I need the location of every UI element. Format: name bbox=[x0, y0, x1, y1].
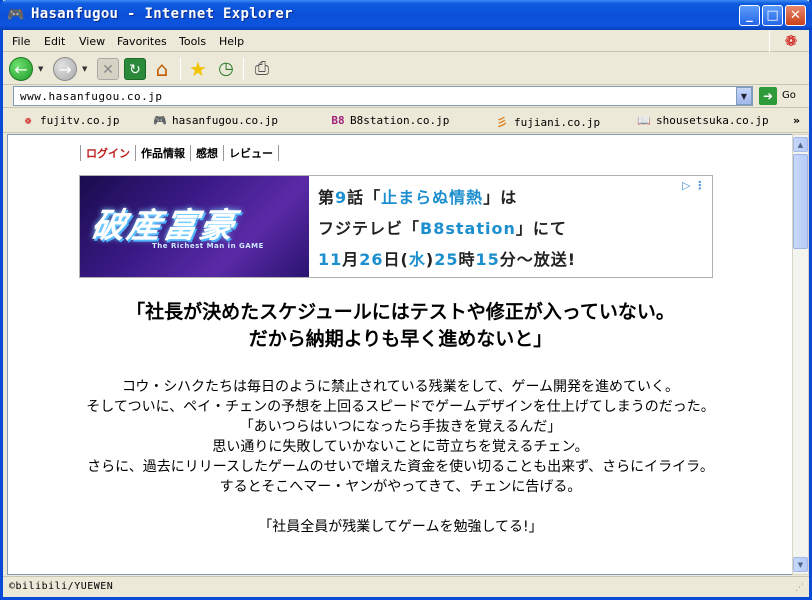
synopsis-line: そしてついに、ペイ・チェンの予想を上回るスピードでゲームデザインを仕上げてしまう… bbox=[86, 399, 715, 415]
forward-dropdown-icon[interactable]: ▼ bbox=[82, 65, 87, 73]
refresh-icon: ↻ bbox=[129, 62, 141, 78]
menu-favorites[interactable]: Favorites bbox=[117, 35, 167, 48]
address-input[interactable]: www.hasanfugou.co.jp bbox=[13, 86, 753, 106]
title-logo-image: 破産富豪 The Richest Man in GAME bbox=[80, 176, 309, 277]
gamepad-icon: 🎮 bbox=[7, 7, 25, 23]
window-title: Hasanfugou - Internet Explorer bbox=[31, 6, 293, 22]
book-icon: 📖 bbox=[637, 114, 651, 127]
link-fujiani[interactable]: 彡 fujiani.co.jp bbox=[493, 114, 601, 130]
menu-file[interactable]: File bbox=[12, 35, 30, 48]
menu-help[interactable]: Help bbox=[219, 35, 244, 48]
ad-choices-icon[interactable]: ▷ ⋮ bbox=[682, 179, 705, 192]
headline-line-2: だから納期よりも早く進めないと」 bbox=[248, 328, 553, 350]
scroll-up-button[interactable]: ▲ bbox=[793, 137, 808, 152]
go-button[interactable]: ➜ bbox=[759, 87, 777, 105]
headline: 「社長が決めたスケジュールにはテストや修正が入っていない。 だから納期よりも早く… bbox=[8, 299, 792, 353]
throbber: ❁ bbox=[769, 30, 809, 52]
banner-line-channel: フジテレビ「B8station」にて bbox=[318, 219, 567, 238]
nav-work-info[interactable]: 作品情報 bbox=[135, 145, 190, 161]
b8-logo-icon: B8 bbox=[331, 114, 345, 127]
status-text: ©bilibili/YUEWEN bbox=[9, 581, 114, 592]
history-icon: ◷ bbox=[218, 58, 234, 79]
minimize-button[interactable]: _ bbox=[739, 5, 760, 26]
fujiani-logo-icon: 彡 bbox=[496, 116, 508, 129]
link-b8station[interactable]: B8 B8station.co.jp bbox=[329, 114, 449, 127]
banner-text: 第9話「止まらぬ情熱」は フジテレビ「B8station」にて 11月26日(水… bbox=[318, 182, 708, 275]
synopsis-line: さらに、過去にリリースしたゲームのせいで増えた資金を使い切ることも出来ず、さらに… bbox=[87, 459, 714, 475]
fujitv-eye-icon: ❁ bbox=[24, 114, 32, 127]
history-button[interactable]: ◷ bbox=[215, 58, 237, 80]
broadcast-banner[interactable]: 破産富豪 The Richest Man in GAME 第9話「止まらぬ情熱」… bbox=[79, 175, 713, 278]
browser-window: 🎮 Hasanfugou - Internet Explorer _ □ ✕ F… bbox=[0, 0, 812, 600]
menu-view[interactable]: View bbox=[79, 35, 105, 48]
toolbar-separator bbox=[180, 58, 181, 80]
title-bar[interactable]: 🎮 Hasanfugou - Internet Explorer _ □ ✕ bbox=[0, 0, 812, 30]
page-content: ログイン 作品情報 感想 レビュー 破産富豪 The Richest Man in G… bbox=[7, 134, 792, 575]
nav-impressions[interactable]: 感想 bbox=[190, 145, 223, 161]
toolbar: ← ▼ → ▼ ✕ ↻ ⌂ ★ ◷ ⎙ bbox=[3, 53, 809, 85]
go-label[interactable]: Go bbox=[782, 90, 796, 101]
address-dropdown-icon[interactable]: ▼ bbox=[736, 87, 752, 105]
menu-edit[interactable]: Edit bbox=[44, 35, 65, 48]
back-arrow-icon: ← bbox=[14, 60, 28, 79]
vertical-scrollbar[interactable]: ▲ ▼ bbox=[792, 134, 809, 575]
synopsis-line: 「あいつらはいつになったら手抜きを覚えるんだ」 bbox=[239, 419, 562, 435]
fujitv-eye-icon: ❁ bbox=[784, 32, 798, 50]
home-icon: ⌂ bbox=[155, 57, 169, 81]
stop-button[interactable]: ✕ bbox=[97, 58, 119, 80]
synopsis-line: コウ・シハクたちは毎日のように禁止されている残業をして、ゲーム開発を進めていく。 bbox=[121, 379, 680, 395]
synopsis-line: するとそこへマー・ヤンがやってきて、チェンに告げる。 bbox=[219, 479, 582, 495]
back-button[interactable]: ← bbox=[9, 57, 33, 81]
nav-review[interactable]: レビュー bbox=[223, 145, 279, 161]
stop-icon: ✕ bbox=[102, 62, 114, 78]
close-button[interactable]: ✕ bbox=[785, 5, 806, 26]
forward-arrow-icon: → bbox=[58, 60, 72, 79]
page-nav: ログイン 作品情報 感想 レビュー bbox=[80, 145, 279, 161]
print-button[interactable]: ⎙ bbox=[251, 58, 273, 80]
forward-button[interactable]: → bbox=[53, 57, 77, 81]
back-dropdown-icon[interactable]: ▼ bbox=[38, 65, 43, 73]
banner-line-date: 11月26日(水)25時15分～放送! bbox=[318, 250, 577, 269]
scroll-thumb[interactable] bbox=[793, 154, 808, 249]
menu-tools[interactable]: Tools bbox=[179, 35, 206, 48]
synopsis: コウ・シハクたちは毎日のように禁止されている残業をして、ゲーム開発を進めていく。… bbox=[8, 377, 792, 537]
status-bar: ©bilibili/YUEWEN ⋰ bbox=[3, 576, 809, 597]
home-button[interactable]: ⌂ bbox=[151, 58, 173, 80]
links-bar: ❁ fujitv.co.jp 🎮 hasanfugou.co.jp B8 B8stat… bbox=[3, 109, 809, 133]
printer-icon: ⎙ bbox=[254, 58, 270, 79]
maximize-button[interactable]: □ bbox=[762, 5, 783, 26]
chevron-down-icon: ▼ bbox=[797, 561, 804, 569]
synopsis-quote: 「社員全員が残業してゲームを勉強してる!」 bbox=[258, 519, 543, 535]
scroll-down-button[interactable]: ▼ bbox=[793, 557, 808, 572]
menu-bar: File Edit View Favorites Tools Help ❁ bbox=[3, 30, 809, 52]
link-fujitv[interactable]: ❁ fujitv.co.jp bbox=[19, 114, 120, 127]
title-logo-sub: The Richest Man in GAME bbox=[152, 242, 264, 250]
gamepad-icon: 🎮 bbox=[153, 114, 167, 127]
banner-line-episode: 第9話「止まらぬ情熱」は bbox=[318, 188, 518, 207]
link-shousetsuka[interactable]: 📖 shousetsuka.co.jp bbox=[635, 114, 768, 127]
star-icon: ★ bbox=[189, 57, 207, 81]
nav-login[interactable]: ログイン bbox=[80, 145, 135, 161]
synopsis-line: 思い通りに失敗していかないことに苛立ちを覚えるチェン。 bbox=[212, 439, 589, 455]
toolbar-separator bbox=[243, 58, 244, 80]
go-arrow-icon: ➜ bbox=[762, 89, 774, 103]
favorites-button[interactable]: ★ bbox=[187, 58, 209, 80]
links-more-icon[interactable]: » bbox=[793, 114, 800, 127]
title-logo: 破産富豪 bbox=[87, 206, 239, 246]
chevron-up-icon: ▲ bbox=[797, 141, 804, 149]
address-bar: www.hasanfugou.co.jp ▼ ➜ Go bbox=[3, 86, 809, 108]
resize-grip-icon[interactable]: ⋰ bbox=[795, 583, 807, 595]
headline-line-1: 「社長が決めたスケジュールにはテストや修正が入っていない。 bbox=[126, 301, 675, 323]
link-hasanfugou[interactable]: 🎮 hasanfugou.co.jp bbox=[151, 114, 278, 127]
refresh-button[interactable]: ↻ bbox=[124, 58, 146, 80]
